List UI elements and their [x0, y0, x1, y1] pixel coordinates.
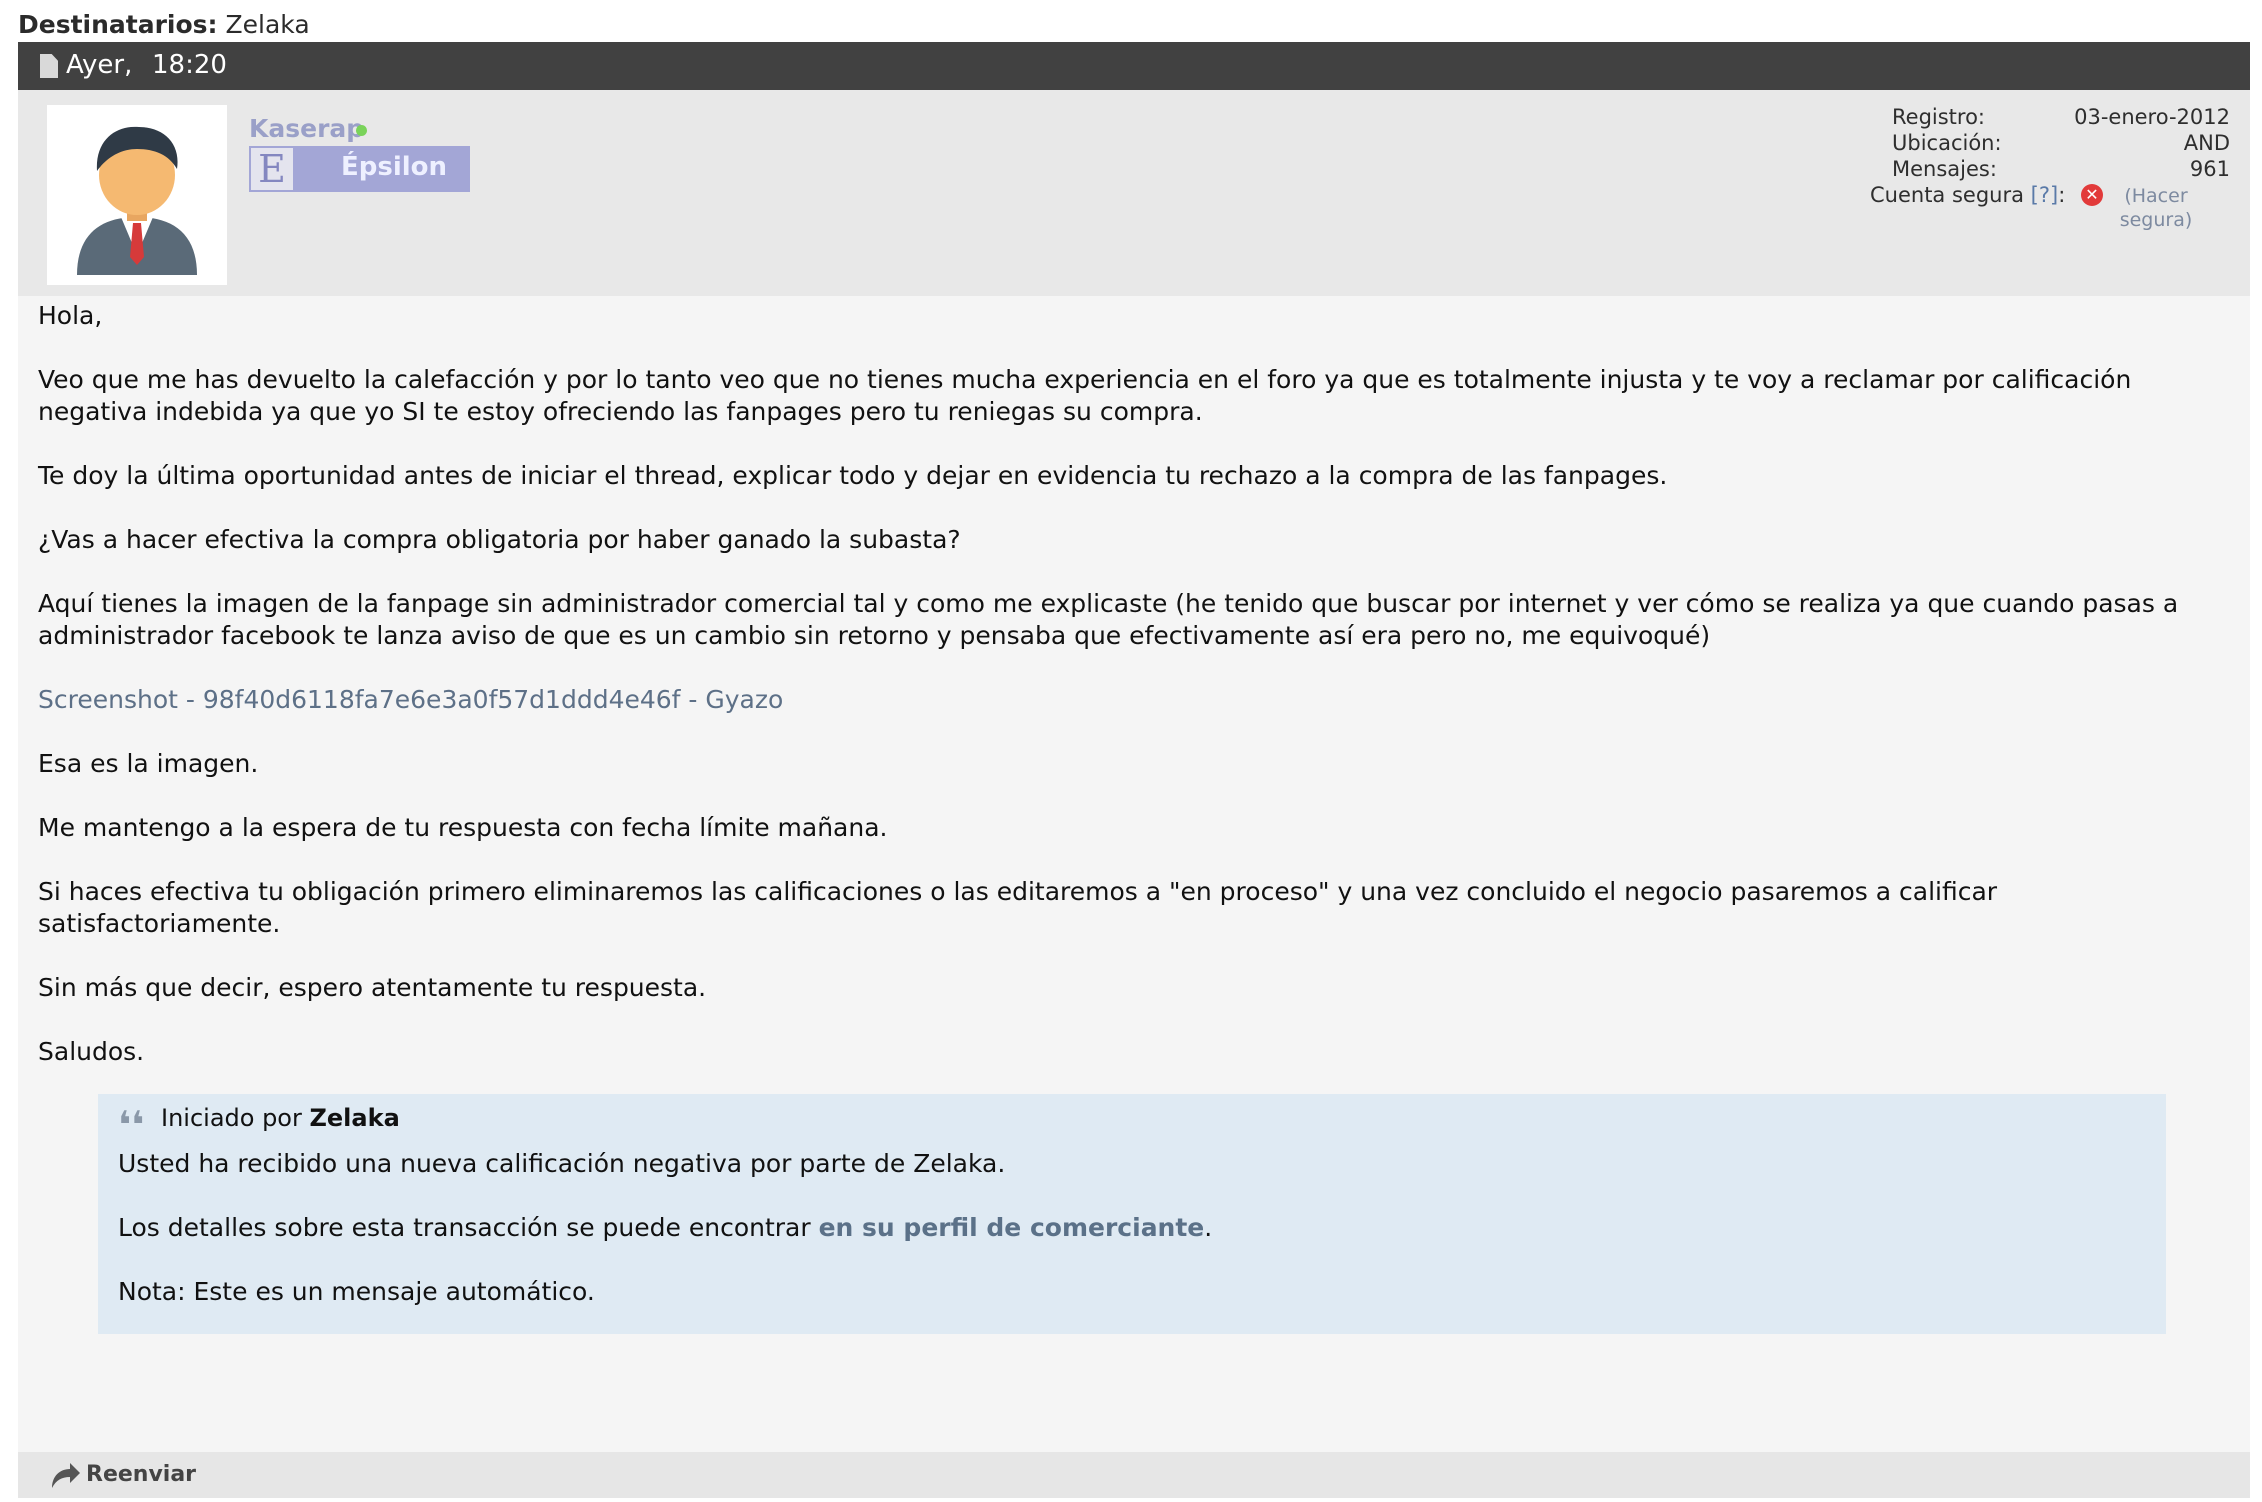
forward-label: Reenviar: [86, 1462, 197, 1487]
stat-value: AND: [2183, 131, 2230, 155]
rank-badge: E Épsilon: [249, 146, 470, 192]
username-link[interactable]: Kaserap: [249, 114, 364, 143]
make-secure-link[interactable]: (Hacer segura): [2104, 184, 2208, 232]
recipients-value: Zelaka: [225, 10, 310, 39]
user-info-bar: Kaserap E Épsilon Registro: 03-enero-201…: [18, 90, 2250, 296]
post-header-bar: Ayer, 18:20: [18, 42, 2250, 90]
message-paragraph: Esa es la imagen.: [38, 749, 259, 778]
post-footer: Reenviar: [18, 1452, 2250, 1498]
quote-started-by: Iniciado por: [161, 1104, 302, 1132]
rank-name: Épsilon: [341, 152, 448, 182]
message-paragraph: Me mantengo a la espera de tu respuesta …: [38, 813, 888, 842]
post-day: Ayer,: [66, 50, 133, 80]
stat-value: 03-enero-2012: [2074, 105, 2230, 129]
merchant-profile-link[interactable]: en su perfil de comerciante: [819, 1213, 1205, 1242]
stat-label: Cuenta segura [?]:: [1870, 183, 2066, 207]
avatar[interactable]: [47, 105, 227, 285]
recipients-label: Destinatarios:: [18, 10, 218, 39]
quote-icon: ❛❛: [118, 1103, 145, 1147]
quote-body: Usted ha recibido una nueva calificación…: [118, 1148, 2148, 1340]
stat-label: Ubicación:: [1892, 131, 2002, 155]
message-paragraph: Si haces efectiva tu obligación primero …: [38, 877, 1998, 938]
message-link-paragraph: Screenshot - 98f40d6118fa7e6e3a0f57d1ddd…: [38, 684, 2234, 716]
message-paragraph: Sin más que decir, espero atentamente tu…: [38, 973, 707, 1002]
stat-registro: Registro: 03-enero-2012: [1870, 104, 2230, 130]
rank-letter: E: [251, 148, 293, 190]
help-link[interactable]: [?]: [2031, 183, 2059, 207]
quote-author: Zelaka: [309, 1104, 400, 1132]
quote-header: Iniciado por Zelaka: [161, 1104, 400, 1132]
stat-value: 961: [2189, 157, 2230, 181]
quote-block: ❛❛ Iniciado por Zelaka Usted ha recibido…: [98, 1094, 2166, 1334]
message-paragraph: Aquí tienes la imagen de la fanpage sin …: [38, 589, 2179, 650]
error-x-icon: ✕: [2081, 184, 2103, 206]
message-paragraph: Hola,: [38, 301, 103, 330]
message-paragraph: Saludos.: [38, 1037, 145, 1066]
message-paragraph: ¿Vas a hacer efectiva la compra obligato…: [38, 525, 961, 554]
stat-cuenta-segura: Cuenta segura [?]: ✕ (Hacer segura): [1870, 182, 2230, 231]
quote-line: Nota: Este es un mensaje automático.: [118, 1277, 595, 1306]
message-body: Hola, Veo que me has devuelto la calefac…: [38, 300, 2234, 1100]
quote-line: Usted ha recibido una nueva calificación…: [118, 1149, 1006, 1178]
message-paragraph: Veo que me has devuelto la calefacción y…: [38, 365, 2132, 426]
private-message: Ayer, 18:20 Kaserap E Épsilon Registro:: [18, 42, 2250, 1498]
recipients-line: Destinatarios: Zelaka: [18, 8, 310, 42]
stat-label: Mensajes:: [1892, 157, 1997, 181]
screenshot-link[interactable]: Screenshot - 98f40d6118fa7e6e3a0f57d1ddd…: [38, 685, 783, 714]
forward-arrow-icon: [52, 1463, 80, 1488]
quote-line: Los detalles sobre esta transacción se p…: [118, 1213, 1213, 1242]
user-stats: Registro: 03-enero-2012 Ubicación: AND M…: [1870, 104, 2230, 231]
document-icon: [40, 54, 58, 78]
stat-ubicacion: Ubicación: AND: [1870, 130, 2230, 156]
online-status-icon: [356, 125, 367, 136]
user-avatar-icon: [47, 105, 227, 285]
post-time: 18:20: [152, 50, 227, 80]
stat-label: Registro:: [1892, 105, 1986, 129]
message-paragraph: Te doy la última oportunidad antes de in…: [38, 461, 1668, 490]
stat-mensajes: Mensajes: 961: [1870, 156, 2230, 182]
